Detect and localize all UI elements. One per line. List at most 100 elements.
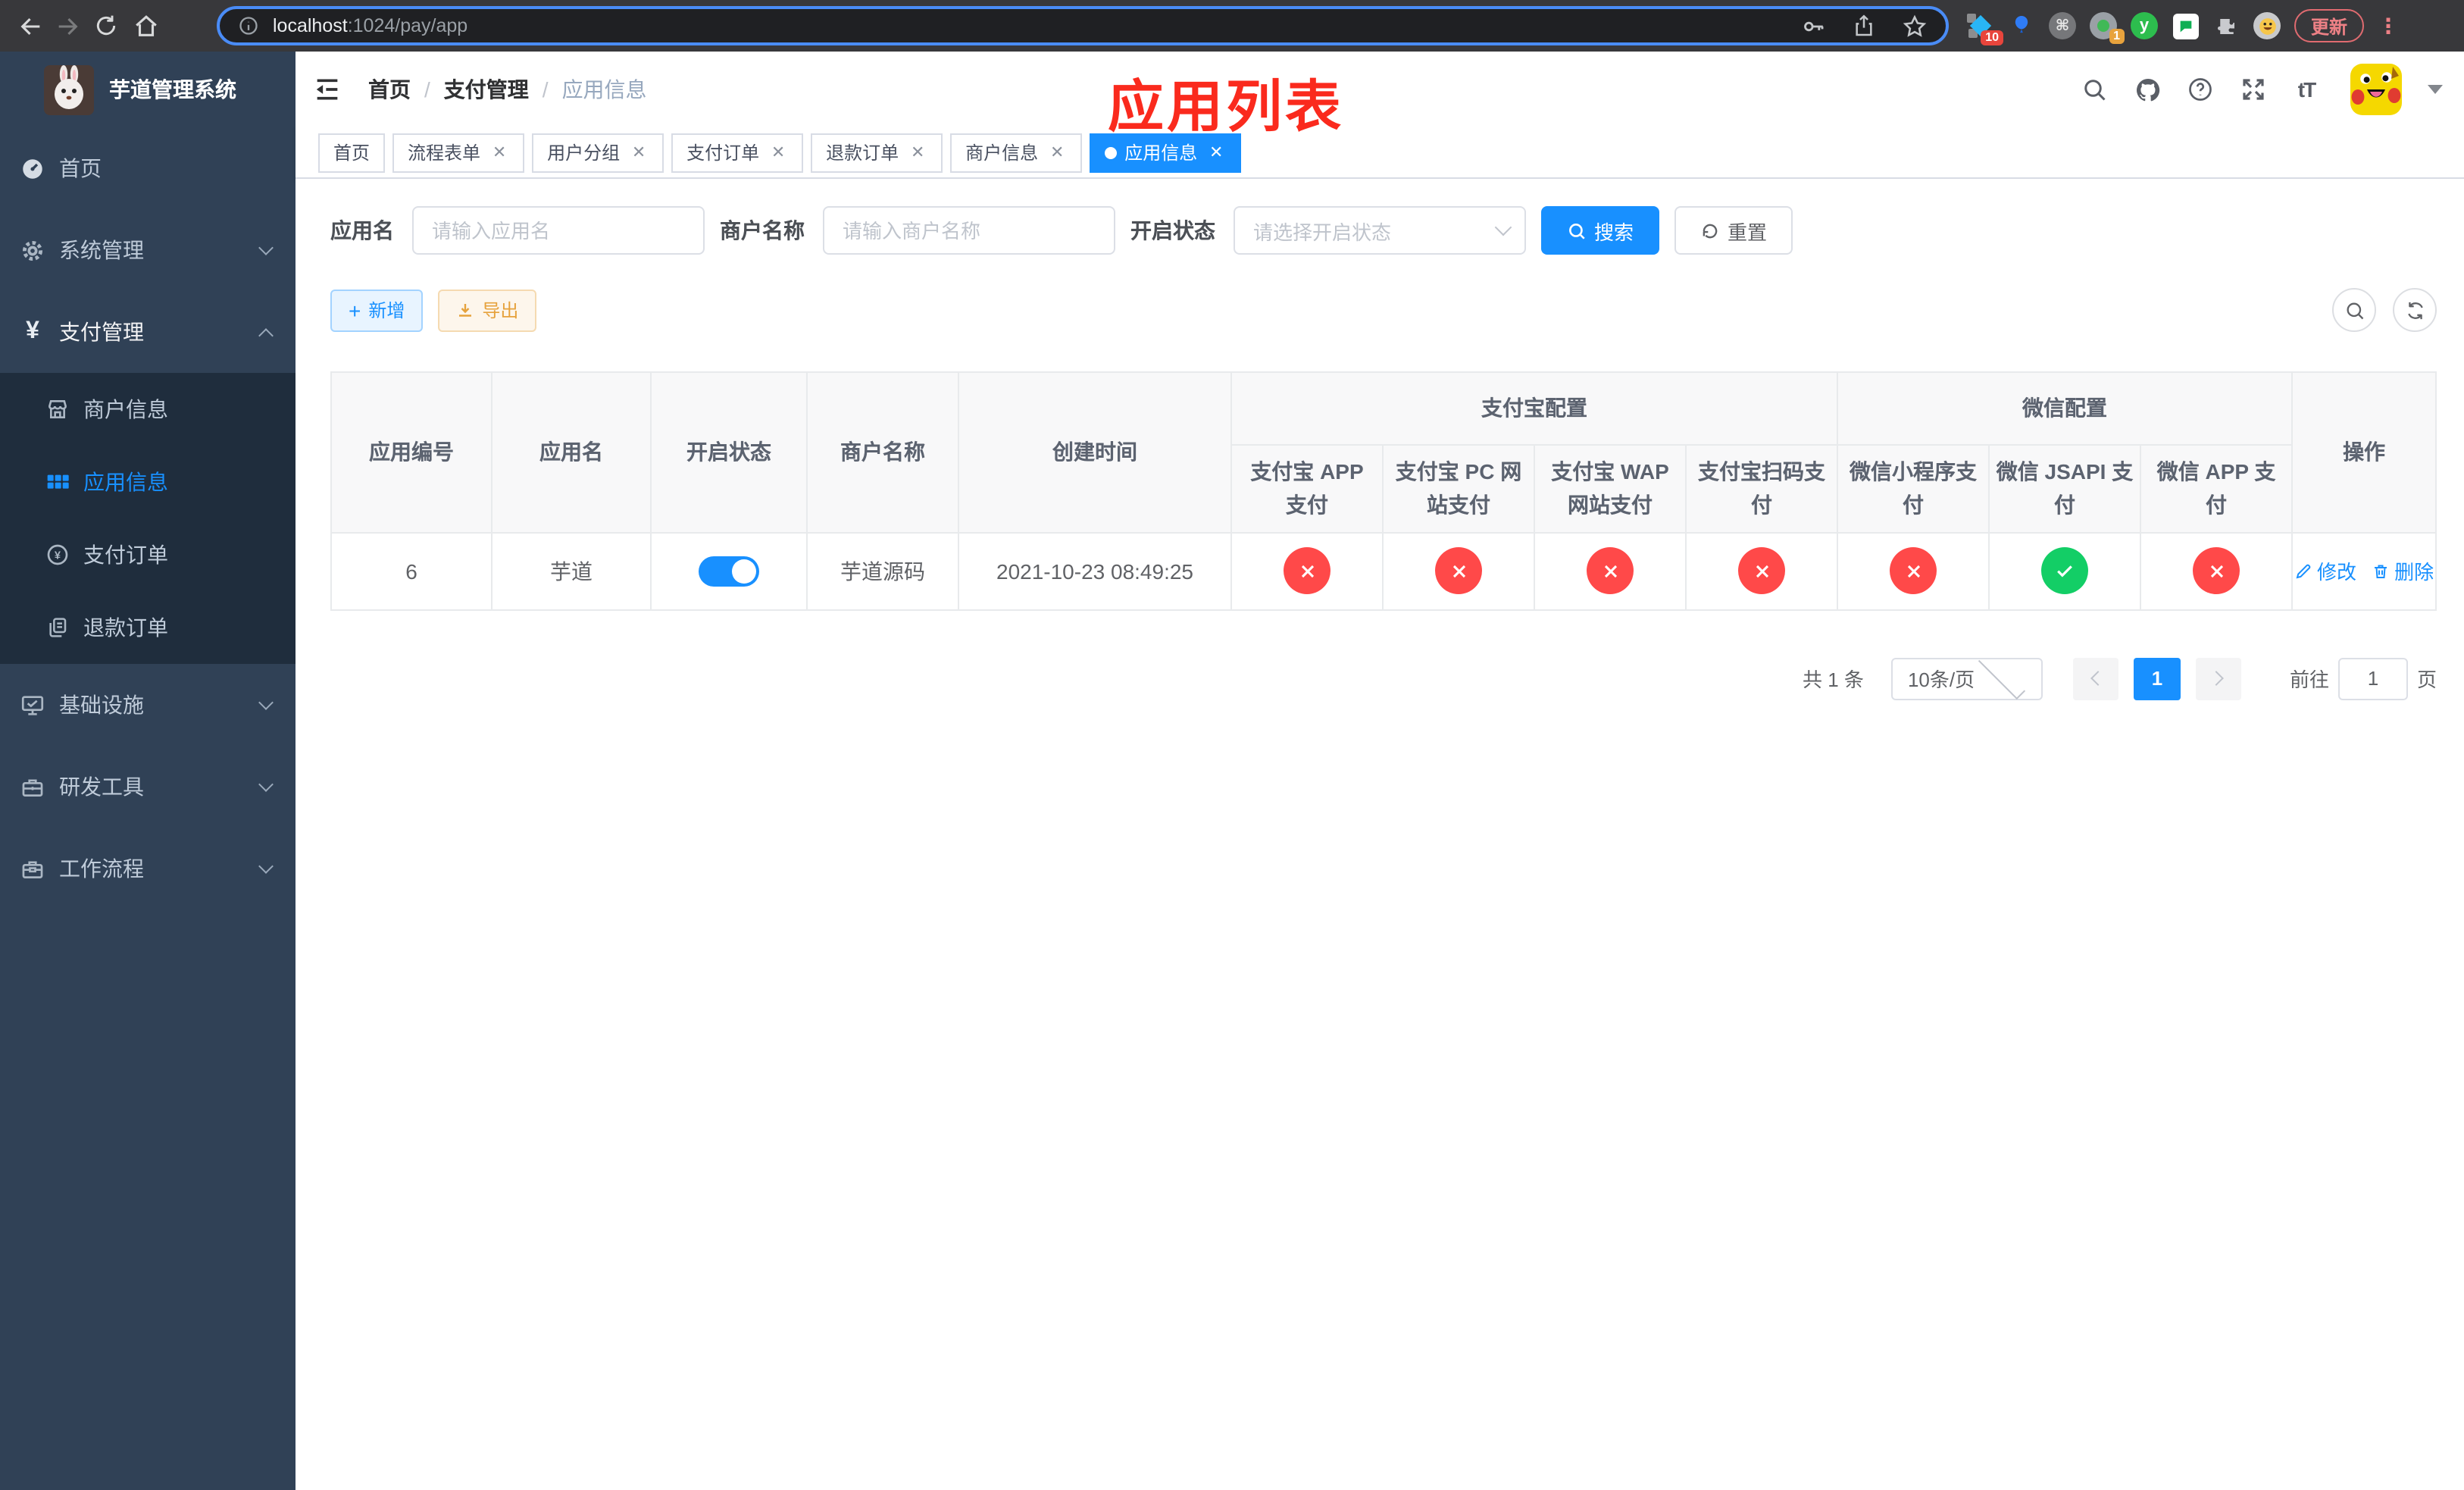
pagination-total: 共 1 条 — [1803, 668, 1864, 692]
share-icon[interactable] — [1852, 14, 1876, 38]
sidebar-item-payment[interactable]: ¥ 支付管理 — [0, 291, 295, 373]
cell-merchant: 芋道源码 — [806, 531, 959, 611]
merchant-name-input[interactable] — [823, 206, 1115, 255]
close-icon[interactable]: ✕ — [1047, 142, 1067, 162]
column-header: 支付宝 WAP 网站支付 — [1534, 444, 1687, 534]
close-icon[interactable]: ✕ — [768, 142, 788, 162]
back-icon[interactable] — [12, 8, 48, 44]
search-icon[interactable] — [2079, 74, 2109, 105]
hamburger-icon[interactable] — [311, 73, 344, 106]
balloon-extension-icon[interactable] — [2008, 12, 2035, 39]
column-header: 支付宝扫码支付 — [1685, 444, 1838, 534]
close-icon[interactable]: ✕ — [1206, 142, 1226, 162]
tab-merchant-info[interactable]: 商户信息 ✕ — [950, 133, 1083, 172]
enabled-toggle[interactable] — [699, 556, 759, 587]
sidebar-item-workflow[interactable]: 工作流程 — [0, 828, 295, 909]
cell-created: 2021-10-23 08:49:25 — [958, 531, 1232, 611]
sidebar-item-app-info[interactable]: 应用信息 — [0, 446, 295, 518]
command-extension-icon[interactable]: ⌘ — [2049, 12, 2076, 39]
sidebar-item-system[interactable]: 系统管理 — [0, 209, 295, 291]
chat-extension-icon[interactable] — [2172, 12, 2199, 39]
table-toolbar: + 新增 导出 — [330, 288, 2437, 332]
prev-page-button[interactable] — [2072, 657, 2118, 700]
key-icon[interactable] — [1800, 13, 1826, 39]
page-size-select[interactable]: 10条/页 — [1890, 652, 2043, 700]
delete-button[interactable]: 删除 — [2372, 557, 2434, 586]
tab-pay-orders[interactable]: 支付订单 ✕ — [671, 133, 804, 172]
refresh-button[interactable] — [2393, 288, 2437, 332]
column-header: 创建时间 — [958, 371, 1232, 534]
apps-table: 应用编号 应用名 开启状态 商户名称 创建时间 支付宝配置 微信配置 操作 支付… — [330, 371, 2437, 611]
sidebar: 芋道管理系统 首页 系统管理 ¥ 支付管理 商户信息 应用信息 ¥ 支付订单 退… — [0, 52, 295, 1490]
page-number-button[interactable]: 1 — [2133, 657, 2181, 700]
browser-update-button[interactable]: 更新 — [2294, 9, 2365, 42]
edit-button[interactable]: 修改 — [2294, 557, 2356, 586]
filter-form: 应用名 商户名称 开启状态 请选择开启状态 — [330, 206, 2437, 255]
page-content: 应用名 商户名称 开启状态 请选择开启状态 — [295, 179, 2464, 1490]
close-icon[interactable]: ✕ — [629, 142, 649, 162]
close-icon[interactable]: ✕ — [489, 142, 509, 162]
github-icon[interactable] — [2132, 74, 2162, 105]
app-title: 芋道管理系统 — [109, 77, 236, 102]
status-label: 开启状态 — [1130, 218, 1215, 243]
next-page-button[interactable] — [2195, 657, 2241, 700]
sidebar-item-refund-orders[interactable]: 退款订单 — [0, 591, 295, 664]
reset-button[interactable]: 重置 — [1674, 206, 1793, 255]
toggle-search-button[interactable] — [2332, 288, 2376, 332]
font-size-icon[interactable]: tT — [2291, 74, 2322, 105]
status-wechat-mini — [1890, 547, 1937, 595]
close-icon[interactable]: ✕ — [908, 142, 927, 162]
diamond-extension-icon[interactable]: 10 — [1967, 12, 2003, 45]
tab-home[interactable]: 首页 — [318, 133, 386, 172]
help-icon[interactable] — [2185, 74, 2215, 105]
reload-icon[interactable] — [88, 8, 124, 44]
emoji-extension-icon[interactable] — [2253, 12, 2281, 39]
caret-down-icon[interactable] — [2428, 85, 2443, 94]
sidebar-item-home[interactable]: 首页 — [0, 127, 295, 209]
export-button[interactable]: 导出 — [438, 289, 537, 331]
user-avatar[interactable] — [2350, 64, 2402, 115]
chevron-down-icon — [258, 695, 274, 710]
y-extension-icon[interactable]: y — [2131, 12, 2158, 39]
profile-extension-icon[interactable]: 1 — [2090, 12, 2125, 44]
cell-app-name: 芋道 — [491, 531, 652, 611]
group-header-wechat: 微信配置 — [1836, 371, 2294, 446]
fullscreen-icon[interactable] — [2238, 74, 2269, 105]
workflow-icon — [20, 856, 45, 881]
forward-icon[interactable] — [48, 8, 85, 44]
goto-label: 前往 — [2289, 668, 2329, 692]
documents-icon — [44, 615, 70, 640]
column-header: 操作 — [2291, 371, 2437, 534]
monitor-icon — [20, 692, 45, 718]
search-button[interactable]: 搜索 — [1541, 206, 1659, 255]
column-header: 微信 JSAPI 支付 — [1988, 444, 2141, 534]
puzzle-icon[interactable] — [2212, 12, 2240, 39]
breadcrumb: 首页 / 支付管理 / 应用信息 — [368, 74, 647, 105]
app-name-input[interactable] — [412, 206, 705, 255]
sidebar-item-merchant-info[interactable]: 商户信息 — [0, 373, 295, 446]
column-header: 支付宝 APP 支付 — [1230, 444, 1384, 534]
tab-process-form[interactable]: 流程表单 ✕ — [392, 133, 525, 172]
sidebar-item-dev-tools[interactable]: 研发工具 — [0, 746, 295, 828]
app-logo-row[interactable]: 芋道管理系统 — [0, 52, 295, 127]
bookmark-star-icon[interactable] — [1902, 13, 1928, 39]
sidebar-item-pay-orders[interactable]: ¥ 支付订单 — [0, 518, 295, 591]
info-icon[interactable] — [238, 15, 259, 36]
home-icon[interactable] — [127, 8, 164, 44]
address-bar[interactable]: localhost:1024/pay/app — [217, 6, 1949, 45]
sidebar-item-infrastructure[interactable]: 基础设施 — [0, 664, 295, 746]
kebab-menu-icon[interactable]: ⋮ — [2378, 13, 2399, 39]
breadcrumb-home[interactable]: 首页 — [368, 74, 411, 105]
add-button[interactable]: + 新增 — [330, 289, 424, 331]
tab-user-group[interactable]: 用户分组 ✕ — [532, 133, 664, 172]
breadcrumb-payment[interactable]: 支付管理 — [444, 74, 529, 105]
status-alipay-pc — [1435, 547, 1482, 595]
chevron-down-icon — [1494, 218, 1512, 236]
tab-refund-orders[interactable]: 退款订单 ✕ — [811, 133, 943, 172]
status-select[interactable]: 请选择开启状态 — [1234, 206, 1526, 255]
chevron-down-icon — [258, 777, 274, 792]
goto-page-input[interactable] — [2337, 657, 2408, 700]
status-alipay-app — [1284, 547, 1330, 595]
rabbit-logo — [44, 64, 94, 114]
extension-badge: 10 — [1981, 30, 2003, 45]
